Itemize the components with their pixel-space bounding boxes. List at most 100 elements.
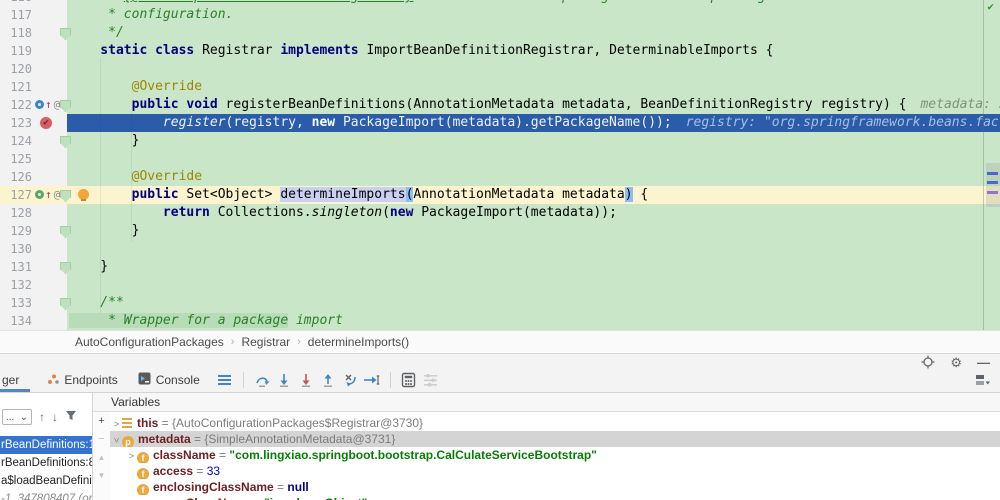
run-to-cursor-icon[interactable] — [363, 372, 381, 388]
tab-console[interactable]: Console — [136, 368, 202, 392]
variable-row-this[interactable]: > this = {AutoConfigurationPackages$Regis… — [110, 415, 1000, 431]
code-line-122[interactable]: 122 ↑ @ public void registerBeanDefinition… — [0, 96, 1000, 114]
breadcrumb-item[interactable]: AutoConfigurationPackages — [75, 335, 224, 349]
variable-value: null — [287, 480, 309, 494]
code-line-117[interactable]: 117 * configuration. — [0, 6, 1000, 24]
line-number[interactable]: 121 — [0, 78, 32, 96]
variable-row-className[interactable]: > f className = "com.lingxiao.springboot.b… — [110, 447, 1000, 463]
chevron-collapsed-icon[interactable]: > — [126, 496, 137, 500]
watch-add-button[interactable]: + — [98, 416, 104, 427]
code-line-124[interactable]: 124 } — [0, 132, 1000, 150]
code-line-123[interactable]: 123 ✔ register(registry, new PackageImpor… — [0, 114, 1000, 132]
line-number[interactable]: 132 — [0, 276, 32, 294]
drop-frame-icon[interactable] — [341, 372, 359, 388]
code-line-133[interactable]: 133 /** — [0, 294, 1000, 312]
line-number[interactable]: 125 — [0, 150, 32, 168]
stack-frame-row[interactable]: rBeanDefinitions:86 — [0, 454, 92, 472]
code-line-127[interactable]: 127 ↑ @ public Set<Object> determineImport… — [0, 186, 1000, 204]
code-token: registry: "org.springframework.beans.fac… — [685, 115, 1000, 130]
breakpoint-icon[interactable]: ✔ — [40, 117, 52, 129]
tab-endpoints[interactable]: Endpoints — [45, 368, 119, 392]
line-number[interactable]: 127 — [0, 186, 32, 204]
variable-name: metadata — [138, 432, 191, 446]
line-number[interactable]: 129 — [0, 222, 32, 240]
field-icon: f — [137, 452, 149, 463]
inspection-ok-check-icon[interactable]: ✔ — [987, 0, 994, 13]
field-icon: f — [137, 484, 149, 495]
override-arrow-icon[interactable]: ↑ — [45, 96, 52, 114]
stack-frame-row[interactable]: rBeanDefinitions:12 — [0, 436, 92, 454]
line-number[interactable]: 134 — [0, 312, 32, 330]
editor-scrollbar-thumb[interactable] — [986, 163, 1000, 207]
code-line-125[interactable]: 125 — [0, 150, 1000, 168]
code-line-134[interactable]: 134 * Wrapper for a package import — [0, 312, 1000, 330]
code-line-118[interactable]: 118 */ — [0, 24, 1000, 42]
override-marker-icon[interactable] — [35, 190, 44, 199]
line-number[interactable]: 119 — [0, 42, 32, 60]
watch-move-down-button[interactable]: ▼ — [98, 470, 106, 481]
step-out-icon[interactable] — [319, 372, 337, 388]
force-step-into-icon[interactable] — [297, 372, 315, 388]
thread-selector-combo[interactable]: ... ⌄ — [2, 409, 32, 425]
code-token: registerBeanDefinitions(AnnotationMetada… — [225, 97, 907, 112]
variable-row-access[interactable]: f access = 33 — [110, 463, 1000, 479]
evaluate-expression-icon[interactable] — [400, 372, 418, 388]
code-line-128[interactable]: 128 return Collections.singleton(new Pac… — [0, 204, 1000, 222]
hamburger-menu-icon[interactable] — [216, 372, 234, 388]
variable-row-superClassName[interactable]: >fsuperClassName = "java.lang.Object" — [110, 495, 1000, 500]
stack-frame-row[interactable]: -1, 347808407 (org — [0, 490, 92, 500]
code-token: singleton — [311, 205, 383, 220]
line-number[interactable]: 120 — [0, 60, 32, 78]
code-line-131[interactable]: 131 } — [0, 258, 1000, 276]
variable-row-enclosingClassName[interactable]: f enclosingClassName = null — [110, 479, 1000, 495]
tab-console-label: Console — [155, 373, 200, 387]
scrollbar-mark — [987, 172, 998, 175]
code-line-130[interactable]: 130 — [0, 240, 1000, 258]
line-number[interactable]: 123 — [0, 114, 32, 132]
watch-move-up-button[interactable]: ▲ — [98, 452, 106, 463]
breadcrumb-item[interactable]: determineImports() — [308, 335, 409, 349]
step-over-icon[interactable] — [253, 372, 271, 388]
code-token: ( — [382, 205, 390, 220]
stack-frame-row[interactable]: a$loadBeanDefinitio — [0, 472, 92, 490]
variables-panel-title: Variables — [93, 392, 1000, 412]
variable-row-metadata[interactable]: > p metadata = {SimpleAnnotationMetadata@3… — [110, 431, 1000, 447]
code-line-120[interactable]: 120 — [0, 60, 1000, 78]
line-number[interactable]: 128 — [0, 204, 32, 222]
code-editor[interactable]: 116 * {@link ImportBeanDefinitionRegistr… — [0, 0, 1000, 330]
intention-bulb-icon[interactable] — [78, 189, 89, 201]
next-frame-icon[interactable]: ↓ — [52, 410, 58, 424]
chevron-collapsed-icon[interactable]: > — [126, 448, 137, 463]
line-number[interactable]: 117 — [0, 6, 32, 24]
previous-frame-icon[interactable]: ↑ — [39, 410, 45, 424]
filter-funnel-icon[interactable] — [65, 408, 77, 426]
code-token: Set<Object> — [186, 187, 281, 202]
line-number[interactable]: 118 — [0, 24, 32, 42]
code-line-129[interactable]: 129 } — [0, 222, 1000, 240]
tab-debugger-label: ger — [2, 373, 20, 387]
code-line-132[interactable]: 132 — [0, 276, 1000, 294]
line-number[interactable]: 124 — [0, 132, 32, 150]
chevron-collapsed-icon[interactable]: > — [111, 416, 122, 431]
equals-sign: = — [250, 496, 264, 500]
line-number[interactable]: 130 — [0, 240, 32, 258]
line-number[interactable]: 126 — [0, 168, 32, 186]
breadcrumb: AutoConfigurationPackages › Registrar › dete… — [0, 330, 1000, 352]
variable-value: 33 — [206, 464, 221, 478]
tab-debugger[interactable]: ger — [0, 368, 31, 392]
frames-panel: ... ⌄ ↑ ↓ rBeanDefinitions:12 rBeanDefini… — [0, 392, 93, 500]
override-arrow-icon[interactable]: ↑ — [45, 186, 52, 204]
line-number[interactable]: 131 — [0, 258, 32, 276]
watch-remove-button[interactable]: − — [98, 434, 104, 445]
line-number[interactable]: 122 — [0, 96, 32, 114]
chevron-expanded-icon[interactable]: > — [110, 435, 125, 446]
code-token: implements — [280, 43, 367, 58]
step-into-icon[interactable] — [275, 372, 293, 388]
code-line-126[interactable]: 126 @Override — [0, 168, 1000, 186]
breadcrumb-item[interactable]: Registrar — [241, 335, 290, 349]
override-marker-icon[interactable] — [35, 100, 44, 109]
code-line-119[interactable]: 119 static class Registrar implements Im… — [0, 42, 1000, 60]
code-token: metadata: Sim — [920, 97, 1000, 112]
code-line-121[interactable]: 121 @Override — [0, 78, 1000, 96]
line-number[interactable]: 133 — [0, 294, 32, 312]
